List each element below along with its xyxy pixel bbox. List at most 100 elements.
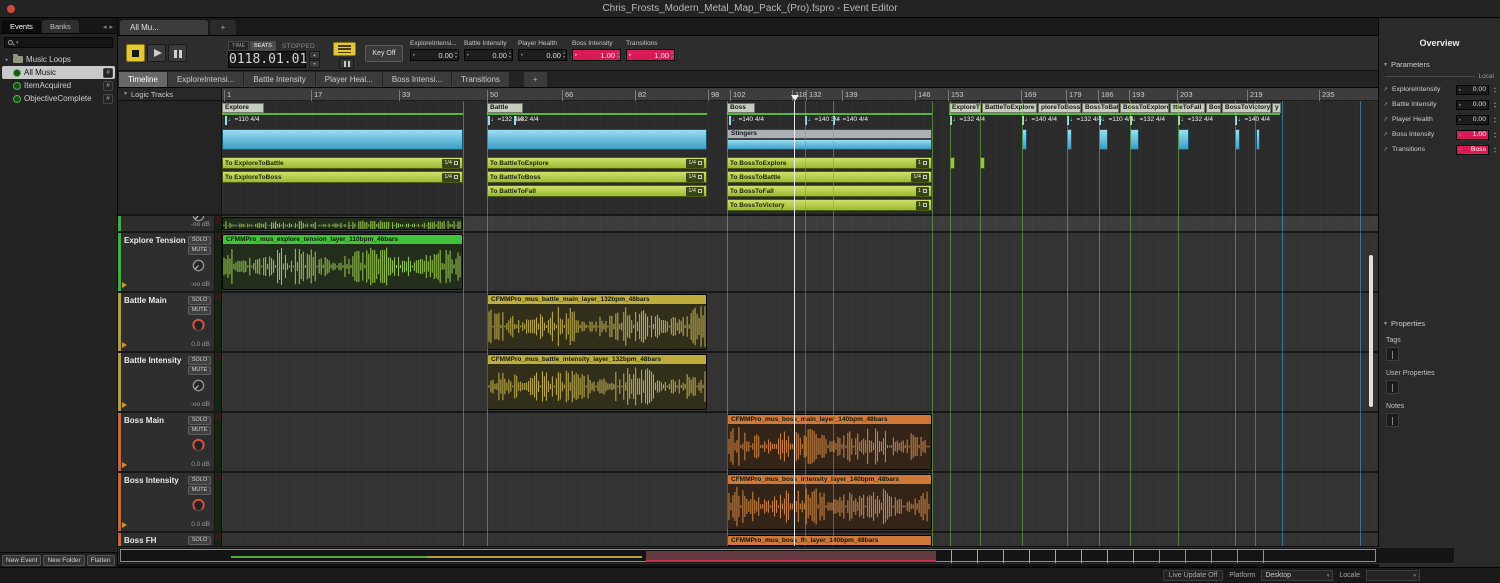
timeline-lanes[interactable]: 1 17 33 50 66 82 98 102 118 132 139 146 153 169 179 186… bbox=[222, 88, 1378, 546]
live-update-status[interactable]: Live Update Off bbox=[1162, 570, 1224, 581]
tempo-marker[interactable]: ♩=140 4/4 bbox=[1022, 116, 1057, 125]
transition-region-to-bosstoexplore[interactable]: To BossToExplore 1 bbox=[727, 157, 932, 169]
beats-mode-button[interactable]: BEATS bbox=[250, 41, 276, 51]
expand-track-icon[interactable] bbox=[122, 462, 127, 468]
tree-item-music-loops[interactable]: ▸ Music Loops bbox=[2, 53, 115, 66]
solo-button[interactable]: SOLO bbox=[188, 536, 211, 545]
solo-button[interactable]: SOLO bbox=[188, 476, 211, 485]
add-view-tab-button[interactable]: + bbox=[523, 72, 547, 87]
audio-clip-cfmmpro-mus-explore-tension-layer-110bpm-46bars[interactable]: CFMMPro_mus_explore_tension_layer_110bpm… bbox=[222, 234, 463, 290]
region-marker-battletoexplore[interactable]: BattleToExplore bbox=[982, 103, 1037, 113]
parameter-value-field[interactable]: ▸ 0.00 ▴ ▾ bbox=[518, 49, 567, 61]
timeline-overview-strip[interactable] bbox=[118, 547, 1455, 564]
parameter-spinner[interactable]: ▴ ▾ bbox=[563, 51, 565, 59]
timeline-ruler[interactable]: 1 17 33 50 66 82 98 102 118 132 139 146 153 169 179 186… bbox=[222, 88, 1378, 101]
transition-timeline-bar[interactable] bbox=[727, 139, 932, 150]
new-folder-button[interactable]: New Folder bbox=[43, 554, 85, 566]
expand-track-icon[interactable] bbox=[122, 402, 127, 408]
tempo-marker[interactable]: 132 4/4 bbox=[514, 116, 539, 125]
transition-region-to-battletoboss[interactable]: To BattleToBoss 1/4 bbox=[487, 171, 707, 183]
parameter-value-field[interactable]: ▸ 1.00 bbox=[1455, 129, 1489, 140]
pause-button[interactable] bbox=[168, 44, 187, 62]
parameter-spinner[interactable]: ▴ ▾ bbox=[617, 51, 619, 59]
small-marker-bar[interactable] bbox=[1178, 129, 1189, 150]
transition-region-to-bosstofall[interactable]: To BossToFall 1 bbox=[727, 185, 932, 197]
track-lane[interactable] bbox=[222, 214, 1378, 231]
follow-playhead-button[interactable] bbox=[333, 42, 356, 56]
track-lane-explore-tension[interactable]: CFMMPro_mus_explore_tension_layer_110bpm… bbox=[222, 231, 1378, 291]
small-marker-bar[interactable] bbox=[1022, 129, 1027, 150]
view-tab-exploreintensi[interactable]: ExploreIntensi... bbox=[167, 72, 244, 87]
transition-region-to-exploretoboss[interactable]: To ExploreToBoss 1/4 bbox=[222, 171, 463, 183]
mute-button[interactable]: MUTE bbox=[188, 486, 211, 495]
track-header[interactable]: -oo dB bbox=[118, 214, 221, 231]
solo-button[interactable]: SOLO bbox=[188, 416, 211, 425]
region-marker-bosstoexplore[interactable]: BossToExplore bbox=[1120, 103, 1169, 113]
region-marker-battle[interactable]: Battle bbox=[487, 103, 523, 113]
new-tab-button[interactable]: + bbox=[210, 20, 236, 35]
tempo-marker[interactable]: ♩=132 4/4 bbox=[950, 116, 985, 125]
volume-knob[interactable] bbox=[191, 258, 206, 273]
window-close-button[interactable] bbox=[7, 5, 15, 13]
solo-button[interactable]: SOLO bbox=[188, 236, 211, 245]
mute-button[interactable]: MUTE bbox=[188, 306, 211, 315]
document-tab-all-mu[interactable]: All Mu... bbox=[120, 20, 208, 35]
region-marker-y[interactable]: y bbox=[1272, 103, 1281, 113]
property-input-tags[interactable] bbox=[1386, 347, 1399, 361]
small-marker-bar[interactable] bbox=[980, 157, 985, 169]
mute-button[interactable]: MUTE bbox=[188, 426, 211, 435]
property-input-notes[interactable] bbox=[1386, 413, 1399, 427]
small-marker-bar[interactable] bbox=[1235, 129, 1240, 150]
tempo-marker[interactable]: ♩=140 4/4 bbox=[1235, 116, 1270, 125]
parameter-spinner[interactable]: ▴ ▾ bbox=[1494, 115, 1496, 124]
new-event-button[interactable]: New Event bbox=[2, 554, 42, 566]
audio-clip-cfmmpro-mus-boss-main-layer-140bpm-48bars[interactable]: CFMMPro_mus_boss_main_layer_140bpm_48bar… bbox=[727, 414, 932, 470]
track-lane-battle-intensity[interactable]: CFMMPro_mus_battle_intensity_layer_132bp… bbox=[222, 351, 1378, 411]
view-tab-player-heal[interactable]: Player Heal... bbox=[315, 72, 382, 87]
parameter-value-field[interactable]: ▸ 0.00 ▴ ▾ bbox=[410, 49, 459, 61]
play-button[interactable] bbox=[147, 44, 166, 62]
search-input[interactable]: ▾ bbox=[4, 37, 113, 48]
track-lane-boss-fh[interactable]: CFMMPro_mus_boss_fh_layer_140bpm_48bars bbox=[222, 531, 1378, 546]
transition-timeline-bar[interactable] bbox=[487, 129, 707, 150]
audio-clip-cfmmpro-mus-battle-main-layer-132bpm-48bars[interactable]: CFMMPro_mus_battle_main_layer_132bpm_48b… bbox=[487, 294, 707, 350]
solo-button[interactable]: SOLO bbox=[188, 356, 211, 365]
time-mode-button[interactable]: TIME bbox=[228, 41, 250, 51]
view-tab-transitions[interactable]: Transitions bbox=[452, 72, 509, 87]
playhead-position-display[interactable]: 0118.01.01 bbox=[228, 51, 307, 68]
region-marker-exploret[interactable]: ExploreT bbox=[949, 103, 981, 113]
nav-forward-icon[interactable]: ▸ bbox=[109, 23, 113, 31]
small-marker-bar[interactable] bbox=[1099, 129, 1108, 150]
volume-knob[interactable] bbox=[191, 438, 206, 453]
expander-icon[interactable]: ▸ bbox=[4, 57, 10, 63]
expand-track-icon[interactable] bbox=[122, 282, 127, 288]
region-marker-bos[interactable]: Bos bbox=[1206, 103, 1221, 113]
region-marker-explore[interactable]: Explore bbox=[222, 103, 264, 113]
volume-knob[interactable] bbox=[191, 498, 206, 513]
tree-item-all-music[interactable]: All Music # bbox=[2, 66, 115, 79]
volume-knob[interactable] bbox=[191, 318, 206, 333]
stingers-lane[interactable]: Stingers bbox=[727, 129, 932, 139]
transition-region-to-bosstovictory[interactable]: To BossToVictory 1 bbox=[727, 199, 932, 211]
tempo-marker[interactable]: ♩=132 4/4 bbox=[1178, 116, 1213, 125]
secondary-pause-button[interactable] bbox=[339, 58, 354, 69]
spin-down-icon[interactable]: ▾ bbox=[309, 60, 320, 68]
track-header-boss-fh[interactable]: Boss FH SOLO bbox=[118, 531, 221, 546]
region-marker-ttletofall[interactable]: ttleToFall bbox=[1170, 103, 1205, 113]
tempo-marker[interactable]: ♩=110 4/4 bbox=[225, 116, 260, 125]
properties-section-header[interactable]: ▼ Properties bbox=[1383, 319, 1496, 328]
parameter-value-field[interactable]: ▸ 0.00 bbox=[1455, 114, 1489, 125]
tempo-marker[interactable]: ♩=140 4/4 bbox=[729, 116, 764, 125]
spin-up-icon[interactable]: ▴ bbox=[309, 51, 320, 59]
flatten-button[interactable]: Flatten bbox=[86, 554, 115, 566]
expand-track-icon[interactable] bbox=[122, 522, 127, 528]
tree-item-objectivecomplete[interactable]: ObjectiveComplete # bbox=[2, 92, 115, 105]
audio-clip[interactable] bbox=[222, 217, 463, 230]
view-tab-boss-intensi[interactable]: Boss Intensi... bbox=[382, 72, 452, 87]
parameter-value-field[interactable]: ▸ 0.00 bbox=[1455, 99, 1489, 110]
logic-tracks-header[interactable]: ▼ Logic Tracks bbox=[118, 88, 221, 101]
position-spinner[interactable]: ▴ ▾ bbox=[309, 51, 320, 68]
small-marker-bar[interactable] bbox=[1130, 129, 1139, 150]
mute-button[interactable]: MUTE bbox=[188, 366, 211, 375]
stop-button[interactable] bbox=[126, 44, 145, 62]
